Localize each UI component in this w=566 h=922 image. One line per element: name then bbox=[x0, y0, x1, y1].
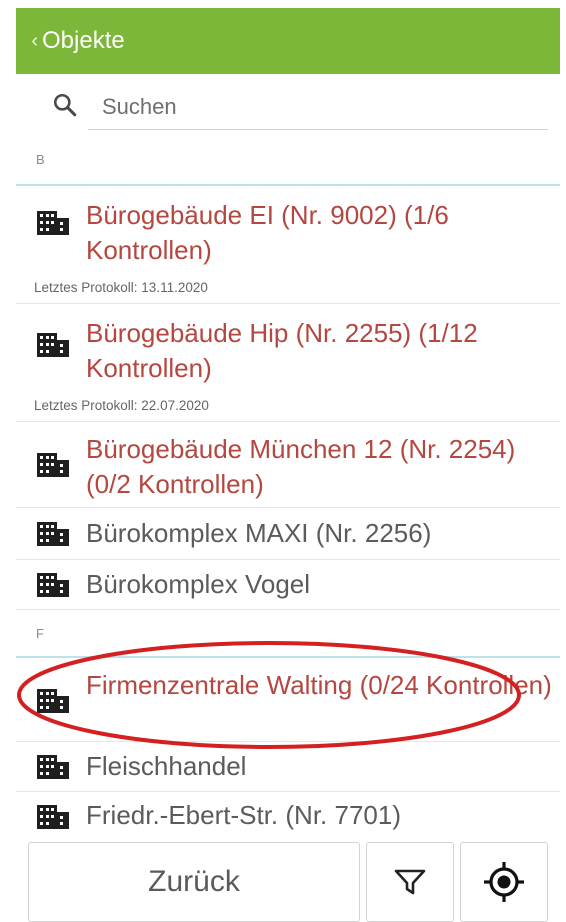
filter-button[interactable] bbox=[366, 842, 454, 922]
building-icon bbox=[37, 522, 69, 546]
search-input[interactable] bbox=[88, 84, 548, 130]
item-title: Bürogebäude München 12 (Nr. 2254) (0/2 K… bbox=[86, 434, 516, 499]
building-icon bbox=[37, 453, 69, 477]
list-item[interactable]: Bürokomplex Vogel bbox=[16, 560, 560, 610]
filter-icon bbox=[394, 869, 426, 895]
building-icon bbox=[37, 573, 69, 597]
item-title: Bürogebäude EI (Nr. 9002) (1/6 Kontrolle… bbox=[86, 200, 449, 265]
list-item[interactable]: Friedr.-Ebert-Str. (Nr. 7701) bbox=[16, 792, 560, 844]
item-title: Firmenzentrale Walting (0/24 Kontrollen) bbox=[86, 670, 552, 700]
list-item[interactable]: Bürokomplex MAXI (Nr. 2256) bbox=[16, 508, 560, 560]
building-icon bbox=[37, 211, 69, 235]
list-item-highlighted[interactable]: Firmenzentrale Walting (0/24 Kontrollen) bbox=[16, 658, 560, 742]
list-item[interactable]: Bürogebäude EI (Nr. 9002) (1/6 Kontrolle… bbox=[16, 186, 560, 304]
building-icon bbox=[37, 333, 69, 357]
page-title[interactable]: Objekte bbox=[42, 27, 125, 55]
building-icon bbox=[37, 689, 69, 713]
object-list: B Bürogebäude EI (Nr. 9002) (1/6 Kontrol… bbox=[16, 134, 560, 844]
last-protocol-text: Letztes Protokoll: 22.07.2020 bbox=[34, 398, 209, 413]
item-title: Fleischhandel bbox=[86, 751, 247, 781]
section-header-b: B bbox=[16, 134, 560, 186]
search-bar bbox=[16, 80, 560, 134]
section-header-f: F bbox=[16, 610, 560, 658]
app-screen: ‹ Objekte B Bürogebäude EI (Nr. 9002) bbox=[16, 0, 560, 922]
list-item[interactable]: Bürogebäude München 12 (Nr. 2254) (0/2 K… bbox=[16, 422, 560, 508]
item-title: Bürokomplex Vogel bbox=[86, 569, 311, 599]
locate-button[interactable] bbox=[460, 842, 548, 922]
last-protocol-text: Letztes Protokoll: 13.11.2020 bbox=[34, 280, 208, 295]
search-icon bbox=[53, 93, 77, 117]
bottom-toolbar: Zurück bbox=[16, 842, 560, 922]
item-title: Friedr.-Ebert-Str. (Nr. 7701) bbox=[86, 800, 401, 830]
item-title: Bürokomplex MAXI (Nr. 2256) bbox=[86, 518, 432, 548]
chevron-left-icon[interactable]: ‹ bbox=[16, 30, 38, 53]
list-item[interactable]: Bürogebäude Hip (Nr. 2255) (1/12 Kontrol… bbox=[16, 304, 560, 422]
list-item[interactable]: Fleischhandel bbox=[16, 742, 560, 792]
item-title: Bürogebäude Hip (Nr. 2255) (1/12 Kontrol… bbox=[86, 318, 478, 383]
back-button[interactable]: Zurück bbox=[28, 842, 360, 922]
building-icon bbox=[37, 755, 69, 779]
app-header: ‹ Objekte bbox=[16, 8, 560, 74]
locate-icon bbox=[484, 862, 524, 902]
building-icon bbox=[37, 805, 69, 829]
